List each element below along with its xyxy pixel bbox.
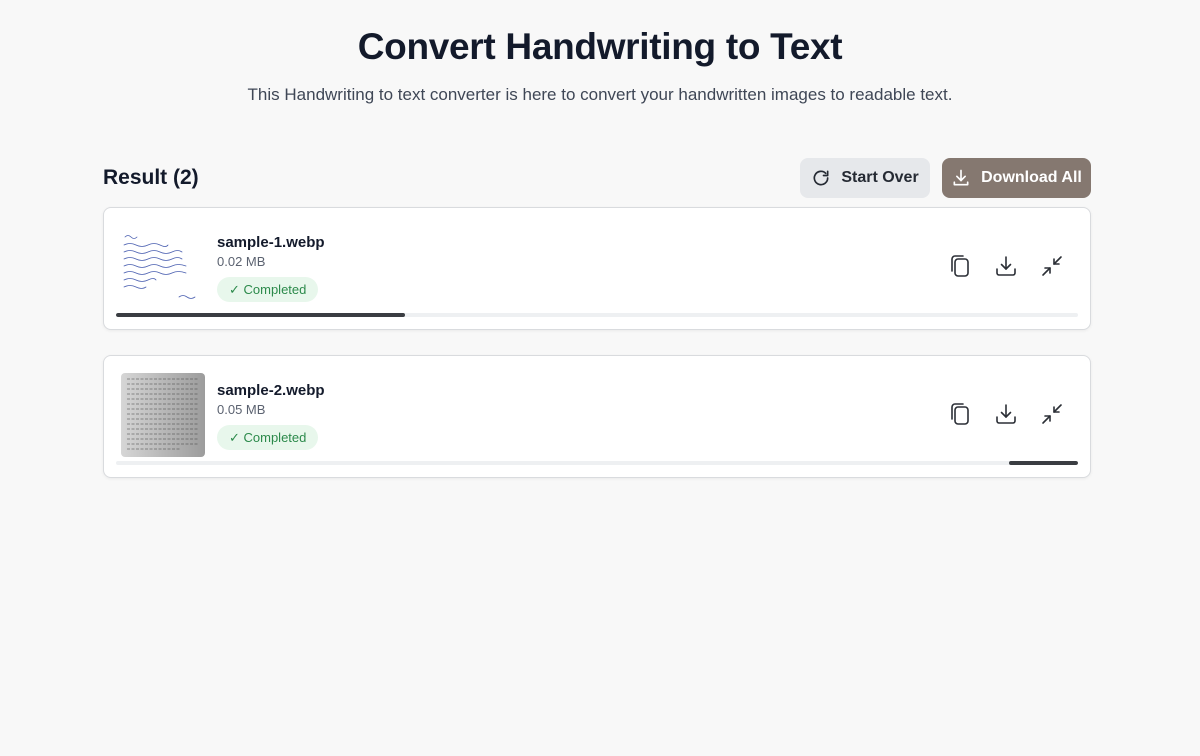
download-all-label: Download All [981, 169, 1082, 186]
file-card: sample-1.webp 0.02 MB ✓ Completed [103, 207, 1091, 330]
file-thumbnail [121, 225, 205, 309]
progress-bar [116, 313, 1078, 317]
file-card: sample-2.webp 0.05 MB ✓ Completed [103, 355, 1091, 478]
page-subtitle: This Handwriting to text converter is he… [247, 85, 953, 104]
copy-icon [951, 403, 969, 425]
collapse-icon [1042, 256, 1062, 276]
collapse-button[interactable] [1038, 400, 1066, 428]
download-icon [996, 404, 1016, 424]
start-over-label: Start Over [841, 169, 919, 186]
status-badge: ✓ Completed [217, 425, 319, 450]
download-button[interactable] [992, 400, 1020, 428]
file-thumbnail [121, 373, 205, 457]
copy-icon [951, 255, 969, 277]
download-icon [996, 256, 1016, 276]
progress-fill [116, 313, 405, 317]
download-icon [953, 169, 969, 186]
collapse-icon [1042, 404, 1062, 424]
file-name: sample-1.webp [217, 234, 325, 251]
file-name: sample-2.webp [217, 382, 325, 399]
progress-bar [116, 461, 1078, 465]
file-size: 0.02 MB [217, 254, 266, 269]
collapse-button[interactable] [1038, 252, 1066, 280]
page-title: Convert Handwriting to Text [357, 26, 843, 67]
result-heading: Result (2) [103, 166, 199, 189]
download-button[interactable] [992, 252, 1020, 280]
copy-button[interactable] [946, 400, 974, 428]
copy-button[interactable] [946, 252, 974, 280]
refresh-icon [813, 170, 829, 186]
file-size: 0.05 MB [217, 402, 266, 417]
download-all-button[interactable]: Download All [942, 158, 1091, 198]
start-over-button[interactable]: Start Over [800, 158, 930, 198]
progress-fill [1008, 461, 1078, 465]
status-badge: ✓ Completed [217, 277, 319, 302]
